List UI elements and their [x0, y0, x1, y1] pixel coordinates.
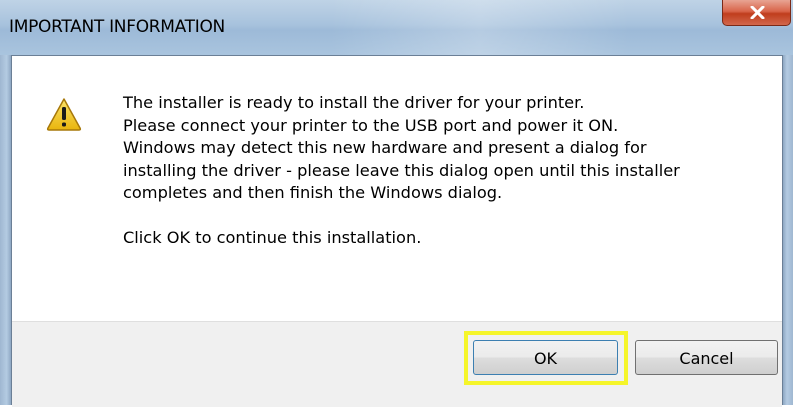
message-line: installing the driver - please leave thi… — [123, 160, 680, 180]
button-bar: OK Cancel — [12, 321, 782, 407]
continue-instruction: Click OK to continue this installation. — [123, 227, 422, 247]
close-icon — [750, 6, 765, 19]
message-line: completes and then finish the Windows di… — [123, 183, 503, 203]
message-line: Please connect your printer to the USB p… — [123, 115, 619, 135]
message-line: Windows may detect this new hardware and… — [123, 138, 647, 158]
cancel-button[interactable]: Cancel — [635, 340, 778, 375]
close-button[interactable] — [722, 0, 791, 26]
title-bar[interactable]: IMPORTANT INFORMATION — [0, 0, 793, 55]
warning-triangle-icon — [46, 98, 82, 131]
window-frame-right — [783, 55, 793, 405]
ok-button[interactable]: OK — [473, 340, 618, 375]
message-text: The installer is ready to install the dr… — [123, 92, 773, 250]
title-bar-glass — [330, 0, 630, 55]
window-title: IMPORTANT INFORMATION — [9, 17, 225, 37]
message-line: The installer is ready to install the dr… — [123, 93, 585, 112]
window-frame-left — [0, 55, 11, 405]
dialog-body: The installer is ready to install the dr… — [11, 55, 783, 407]
